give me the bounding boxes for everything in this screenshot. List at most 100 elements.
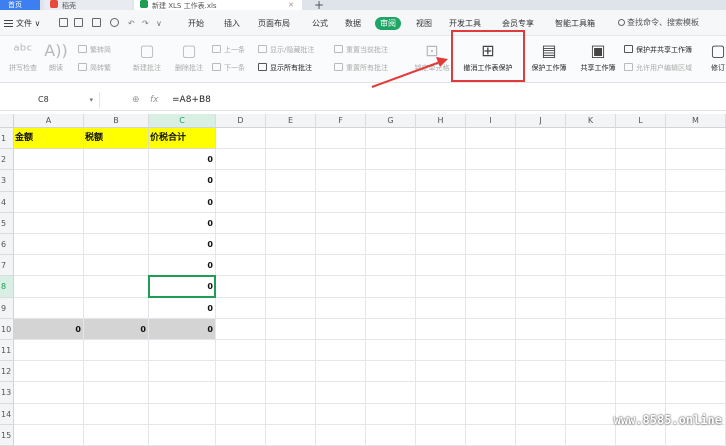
- cell[interactable]: [366, 128, 416, 149]
- cell[interactable]: [84, 298, 149, 319]
- cell[interactable]: [466, 361, 516, 382]
- reset-all-comments-button[interactable]: 重置所有批注: [334, 62, 388, 74]
- cell[interactable]: [566, 149, 616, 170]
- cell[interactable]: [466, 170, 516, 191]
- cell[interactable]: [316, 319, 366, 340]
- cell[interactable]: [149, 382, 216, 403]
- cell[interactable]: [316, 128, 366, 149]
- column-header-d[interactable]: D: [216, 114, 266, 128]
- cell[interactable]: [149, 425, 216, 446]
- row-header-4[interactable]: 4: [0, 192, 14, 213]
- cell[interactable]: [84, 170, 149, 191]
- cell[interactable]: [616, 192, 666, 213]
- share-workbook-button[interactable]: ▣ 共享工作簿: [575, 40, 621, 74]
- column-header-j[interactable]: J: [516, 114, 566, 128]
- delete-comment-button[interactable]: ▢ 删除批注: [170, 40, 208, 74]
- cell[interactable]: [566, 361, 616, 382]
- cell[interactable]: [216, 234, 266, 255]
- track-changes-button[interactable]: ▢ 修订: [710, 40, 726, 74]
- cell[interactable]: [516, 340, 566, 361]
- cell[interactable]: [416, 255, 466, 276]
- cell[interactable]: [566, 319, 616, 340]
- cell[interactable]: [316, 213, 366, 234]
- zoom-icon[interactable]: ⊕: [132, 94, 140, 106]
- allow-edit-ranges-button[interactable]: 允许用户编辑区域: [624, 62, 692, 74]
- cell[interactable]: [416, 382, 466, 403]
- cell[interactable]: [266, 170, 316, 191]
- cell[interactable]: [266, 213, 316, 234]
- cell[interactable]: [466, 276, 516, 297]
- column-header-c[interactable]: C: [149, 114, 216, 128]
- row-header-1[interactable]: 1: [0, 128, 14, 149]
- cell[interactable]: [216, 319, 266, 340]
- cell[interactable]: [84, 234, 149, 255]
- row-header-10[interactable]: 10: [0, 319, 14, 340]
- cell[interactable]: [416, 361, 466, 382]
- total-value-cell[interactable]: 0: [149, 234, 216, 255]
- cell[interactable]: [266, 192, 316, 213]
- reset-current-comment-button[interactable]: 重置当前批注: [334, 44, 388, 56]
- prev-comment-button[interactable]: 上一条: [212, 44, 245, 56]
- cell[interactable]: [666, 234, 726, 255]
- cell[interactable]: [14, 361, 84, 382]
- cell[interactable]: [14, 404, 84, 425]
- cell[interactable]: [416, 298, 466, 319]
- cell[interactable]: [566, 382, 616, 403]
- cell[interactable]: [14, 255, 84, 276]
- row-header-8[interactable]: 8: [0, 276, 14, 297]
- total-value-cell[interactable]: 0: [149, 170, 216, 191]
- cell[interactable]: [216, 192, 266, 213]
- cell[interactable]: [266, 128, 316, 149]
- total-value-cell[interactable]: 0: [149, 298, 216, 319]
- cell[interactable]: [516, 361, 566, 382]
- next-comment-button[interactable]: 下一条: [212, 62, 245, 74]
- total-value-cell[interactable]: 0: [149, 192, 216, 213]
- column-header-a[interactable]: A: [14, 114, 84, 128]
- menu-insert[interactable]: 插入: [224, 17, 240, 30]
- cell[interactable]: [84, 340, 149, 361]
- cell[interactable]: [84, 192, 149, 213]
- file-menu[interactable]: 文件 ∨: [4, 17, 40, 30]
- row-header-12[interactable]: 12: [0, 361, 14, 382]
- cell[interactable]: [14, 234, 84, 255]
- cell[interactable]: [466, 234, 516, 255]
- cell[interactable]: [516, 276, 566, 297]
- row-header-7[interactable]: 7: [0, 255, 14, 276]
- cell[interactable]: [616, 298, 666, 319]
- cell[interactable]: [416, 276, 466, 297]
- cell[interactable]: [316, 340, 366, 361]
- cell[interactable]: [84, 276, 149, 297]
- cell[interactable]: [466, 149, 516, 170]
- cell[interactable]: [84, 425, 149, 446]
- cell[interactable]: [216, 382, 266, 403]
- cell[interactable]: [216, 149, 266, 170]
- cell[interactable]: [366, 382, 416, 403]
- quick-access-more-icon[interactable]: ∨: [156, 17, 162, 30]
- cell[interactable]: [466, 404, 516, 425]
- cell[interactable]: [666, 298, 726, 319]
- column-header-b[interactable]: B: [84, 114, 149, 128]
- cell[interactable]: [566, 128, 616, 149]
- print-preview-icon[interactable]: [92, 18, 101, 27]
- row-header-5[interactable]: 5: [0, 213, 14, 234]
- cell[interactable]: [516, 234, 566, 255]
- cell[interactable]: [416, 340, 466, 361]
- menu-home[interactable]: 开始: [188, 17, 204, 30]
- cell[interactable]: [616, 234, 666, 255]
- cell[interactable]: [516, 319, 566, 340]
- sum-row-cell[interactable]: 0: [149, 319, 216, 340]
- cell[interactable]: [616, 170, 666, 191]
- sum-row-cell[interactable]: 0: [84, 319, 149, 340]
- close-tab-icon[interactable]: ✕: [288, 0, 294, 10]
- cell[interactable]: [366, 404, 416, 425]
- cell[interactable]: [616, 255, 666, 276]
- row-header-2[interactable]: 2: [0, 149, 14, 170]
- menu-view[interactable]: 视图: [416, 17, 432, 30]
- cell[interactable]: [266, 340, 316, 361]
- cell[interactable]: [316, 425, 366, 446]
- cell[interactable]: [566, 298, 616, 319]
- cell[interactable]: [149, 361, 216, 382]
- cell[interactable]: [14, 170, 84, 191]
- cell[interactable]: [366, 319, 416, 340]
- cell[interactable]: [366, 276, 416, 297]
